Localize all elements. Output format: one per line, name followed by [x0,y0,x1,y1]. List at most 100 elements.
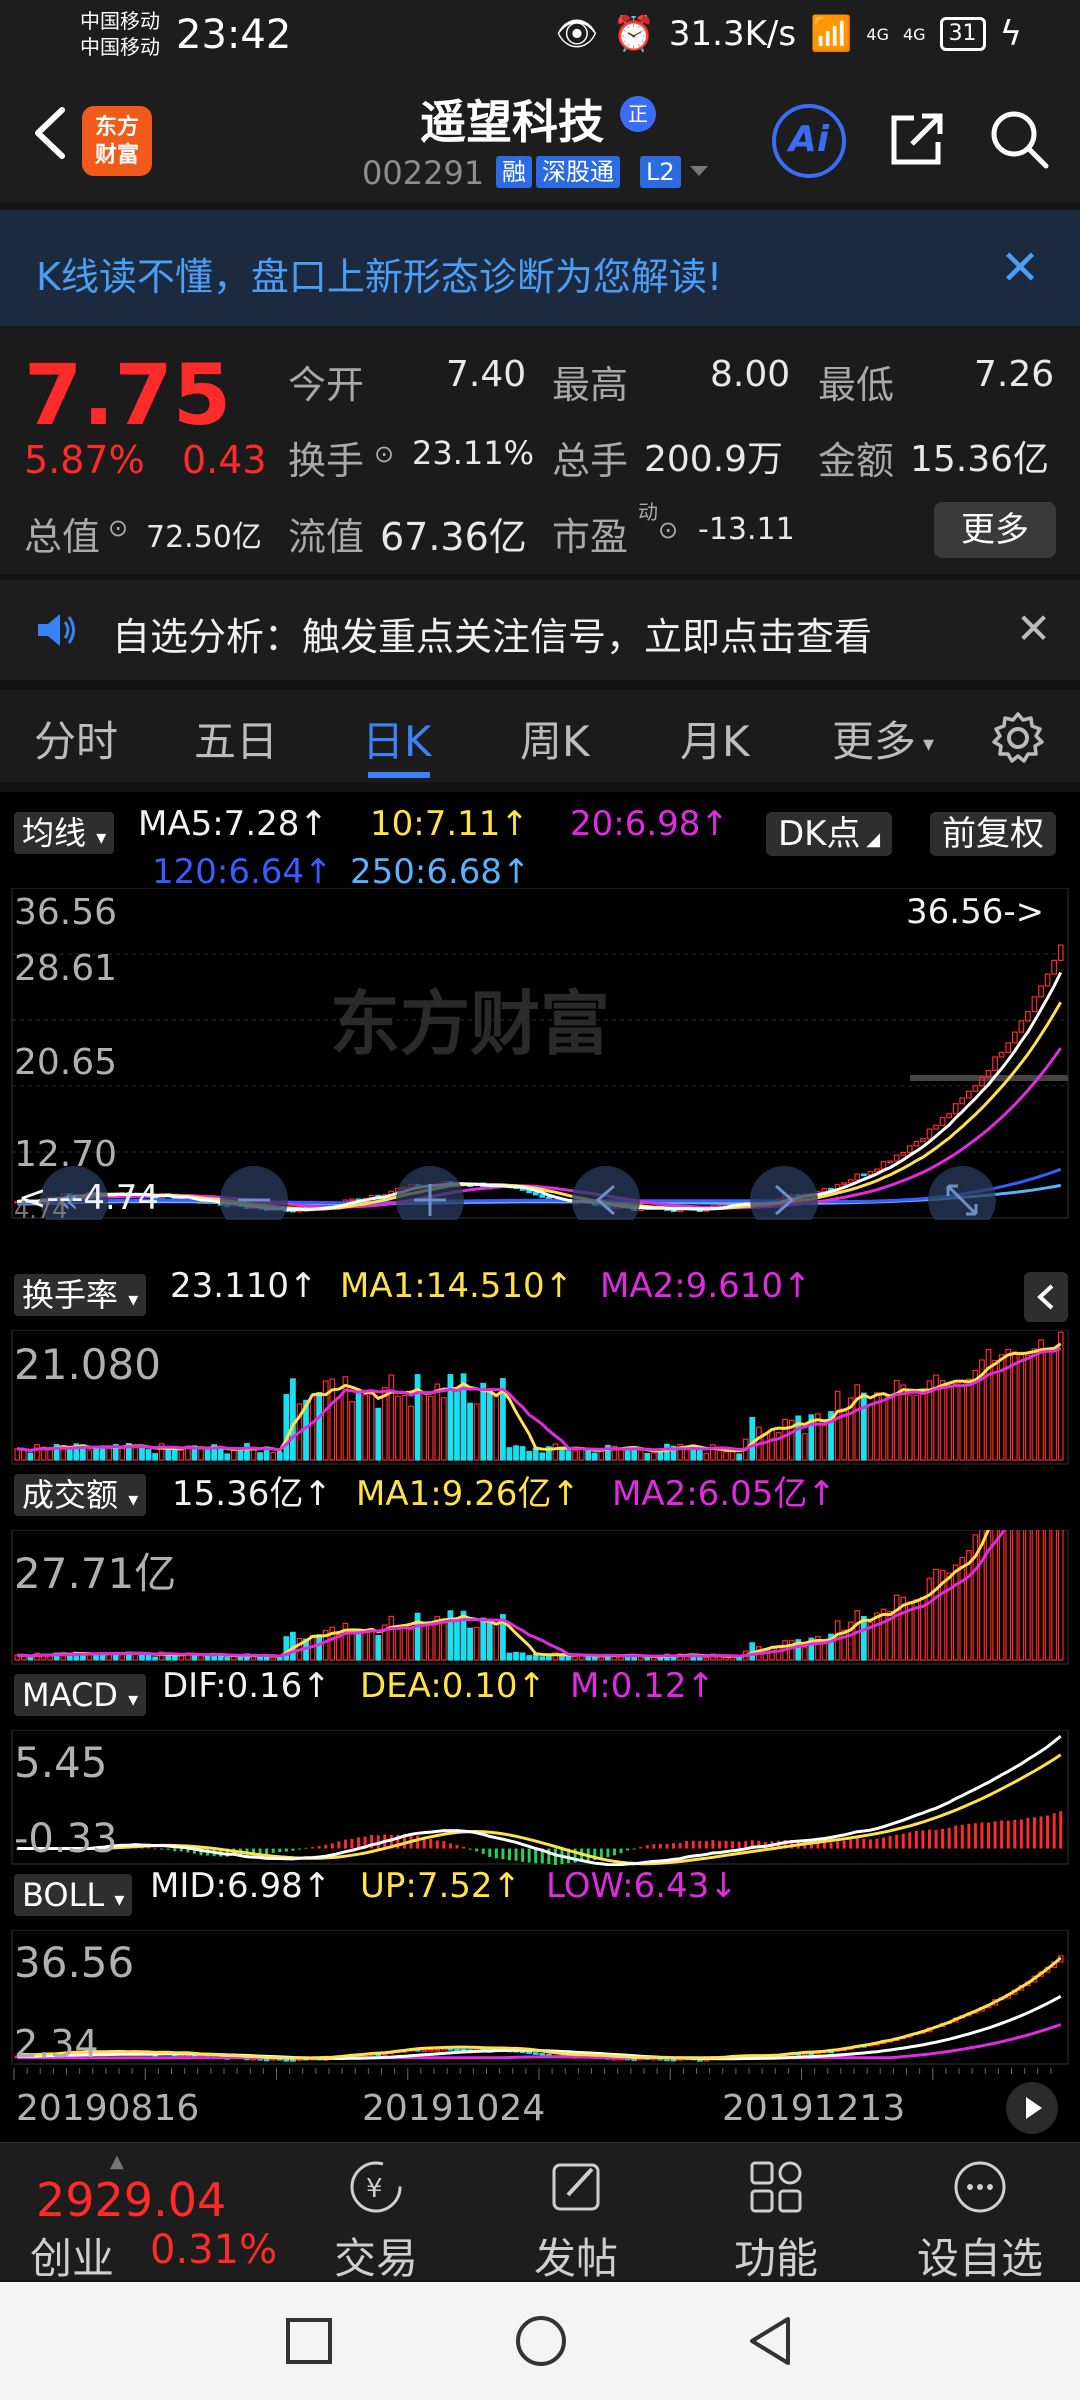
macd-bar [724,1841,728,1849]
macd-bar [888,1835,892,1849]
bar [414,1612,421,1661]
macd-bar [416,1835,420,1849]
bar [47,1448,53,1461]
macd-dif: DIF:0.16↑ [162,1666,331,1706]
signal-icon: 4G [866,24,889,44]
promo-banner[interactable]: K线读不懂，盘口上新形态诊断为您解读! ✕ [0,210,1080,326]
bar [145,1449,152,1461]
back-icon[interactable] [744,2314,798,2368]
bar [427,1395,434,1461]
macd-panel[interactable] [0,1730,1080,1866]
dk-point-button[interactable]: DK点 ◢ [766,812,893,856]
macd-bar [324,1845,328,1849]
macd-bar [173,1848,177,1852]
index-value[interactable]: 2929.04 [36,2173,226,2227]
index-name[interactable]: 创业 [30,2225,114,2286]
macd-bar [927,1829,931,1849]
macd-indicator-selector[interactable]: MACD ▾ [14,1674,147,1716]
volume-indicator-selector[interactable]: 成交额 ▾ [14,1474,147,1516]
kline-chart-area[interactable]: 均线 ▾ MA5:7.28↑ 10:7.11↑ 20:6.98↑ 120:6.6… [0,792,1080,2142]
fullscreen-icon[interactable] [928,1166,996,1220]
macd-bar [862,1838,866,1849]
tab-daily-k[interactable]: 日K [362,708,432,769]
bar [1057,1530,1064,1661]
banner-text[interactable]: K线读不懂，盘口上新形态诊断为您解读! [36,246,722,301]
collapse-panel-icon[interactable] [1024,1272,1068,1322]
turnover-panel[interactable] [0,1330,1080,1466]
nav-add-watchlist[interactable]: 设自选 [910,2155,1050,2286]
bar [716,1450,723,1461]
bar [821,1424,828,1461]
turnover-indicator-selector[interactable]: 换手率 ▾ [14,1274,147,1316]
macd-bar [448,1843,452,1849]
candle [887,1160,893,1164]
nav-trade[interactable]: ¥ 交易 [306,2155,446,2286]
bar [992,1530,998,1661]
macd-bar [1059,1811,1063,1849]
volume-ma2: MA2:6.05亿↑ [612,1474,836,1514]
search-icon[interactable] [986,106,1052,172]
tab-more[interactable]: 更多 ▾ [832,708,934,769]
low-label: 最低 [818,363,895,407]
ai-assistant-icon[interactable]: Ai [772,104,846,178]
zoom-out-icon[interactable] [220,1166,288,1220]
macd-bar [468,1848,472,1850]
bar [1011,1530,1018,1661]
bar [513,1445,519,1461]
tab-weekly-k[interactable]: 周K [520,708,590,769]
macd-bar [494,1848,498,1859]
boll-up-line [17,1956,1062,2060]
info-icon[interactable]: ⊙ [108,514,128,542]
candle [1011,1031,1018,1044]
bar [224,1453,231,1461]
home-icon[interactable] [514,2314,568,2368]
boll-up: UP:7.52↑ [360,1866,522,1906]
nav-functions[interactable]: 功能 [706,2155,846,2286]
tab-five-day[interactable]: 五日 [194,708,278,769]
candle [952,1103,959,1115]
index-percent[interactable]: 0.31% [150,2227,277,2273]
bar [860,1615,867,1661]
expand-up-icon[interactable]: ▲ [110,2151,124,2172]
speaker-icon [38,614,75,646]
close-icon[interactable]: ✕ [1000,240,1040,296]
boll-panel[interactable] [0,1930,1080,2066]
macd-bar [475,1848,479,1852]
tab-monthly-k[interactable]: 月K [680,708,750,769]
svg-text:¥: ¥ [366,2174,383,2204]
info-icon[interactable]: ⊙ [658,516,678,544]
recent-apps-icon[interactable] [284,2316,334,2366]
adjust-button[interactable]: 前复权 [930,812,1056,856]
bar [224,1657,231,1661]
gear-icon[interactable] [990,710,1046,766]
bar [355,1630,362,1661]
bar [664,1443,670,1461]
tab-intraday[interactable]: 分时 [34,708,118,769]
macd-bar [1052,1813,1056,1849]
play-icon[interactable] [1006,2082,1058,2134]
info-icon[interactable]: ⊙ [374,440,394,468]
chevron-down-icon[interactable] [688,162,710,180]
macd-bar [908,1832,912,1849]
bar [834,1390,841,1461]
notice-bar[interactable]: 自选分析：触发重点关注信号，立即点击查看 ✕ [0,580,1080,680]
volume-label: 总手 [552,439,629,483]
turnover-indicator-value: 23.110↑ [170,1266,318,1306]
bar [749,1416,756,1461]
more-button[interactable]: 更多 [934,502,1056,558]
close-icon[interactable]: ✕ [1016,604,1051,653]
back-arrow-icon[interactable] [22,98,82,168]
bar [395,1395,401,1461]
share-icon[interactable] [884,106,950,172]
candlestick-panel[interactable]: 东方财富 « [0,888,1080,1220]
candle [532,2052,539,2055]
notice-text[interactable]: 自选分析：触发重点关注信号，立即点击查看 [112,606,872,661]
boll-indicator-selector[interactable]: BOLL ▾ [14,1874,133,1916]
bar [913,1394,920,1461]
nav-post[interactable]: 发帖 [506,2155,646,2286]
bar [782,1418,788,1461]
bar [316,1634,323,1661]
candle [349,1198,355,1202]
ma-selector[interactable]: 均线 ▾ [14,812,115,854]
battery-icon: 31 [939,17,986,51]
